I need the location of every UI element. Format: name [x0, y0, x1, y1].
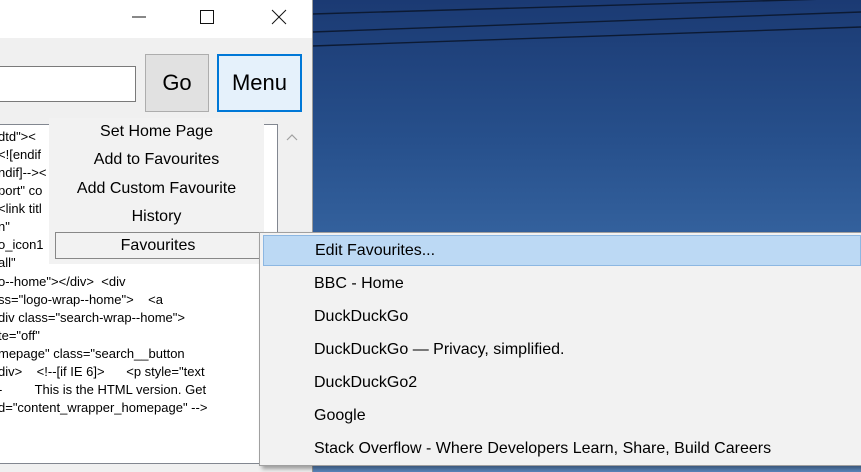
submenu-item-favourite[interactable]: DuckDuckGo2 — [263, 367, 861, 398]
chevron-up-icon — [286, 134, 298, 141]
source-line: <![endif — [0, 147, 42, 162]
source-line: ss="logo-wrap--home"> <a — [0, 292, 163, 307]
source-line: div> <!--[if IE 6]> <p style="text — [0, 364, 205, 379]
source-line: <link titl — [0, 201, 42, 216]
source-line: ndif]-->< — [0, 165, 47, 180]
menu-item-history[interactable]: History — [49, 203, 264, 230]
source-line: o_icon1 — [0, 237, 44, 252]
submenu-item-favourite[interactable]: Google — [263, 400, 861, 431]
source-line: all" — [0, 255, 16, 270]
menu-item-set-home-page[interactable]: Set Home Page — [49, 118, 264, 145]
minimize-icon — [132, 16, 146, 18]
maximize-button[interactable] — [184, 0, 230, 34]
source-line: - This is the HTML version. Get — [0, 382, 207, 397]
favourites-submenu: Edit Favourites... BBC - Home DuckDuckGo… — [259, 232, 861, 466]
source-line: te="off" — [0, 328, 40, 343]
source-line: port" co — [0, 183, 43, 198]
source-line: n" — [0, 219, 10, 234]
title-bar — [0, 0, 312, 38]
source-line: d="content_wrapper_homepage" --> — [0, 400, 208, 415]
submenu-item-favourite[interactable]: Stack Overflow - Where Developers Learn,… — [263, 433, 861, 464]
close-icon — [271, 9, 287, 25]
url-input[interactable] — [0, 66, 136, 102]
source-line: o--home"></div> <div — [0, 274, 126, 289]
menu-button[interactable]: Menu — [217, 54, 302, 112]
source-line: div class="search-wrap--home"> — [0, 310, 185, 325]
submenu-item-favourite[interactable]: DuckDuckGo — [263, 301, 861, 332]
maximize-icon — [200, 10, 214, 24]
source-line: mepage" class="search__button — [0, 346, 185, 361]
minimize-button[interactable] — [116, 0, 162, 34]
source-line: dtd">< — [0, 129, 36, 144]
submenu-item-favourite[interactable]: BBC - Home — [263, 268, 861, 299]
menu-item-add-to-favourites[interactable]: Add to Favourites — [49, 146, 264, 173]
go-button[interactable]: Go — [145, 54, 209, 112]
menu-item-favourites[interactable]: Favourites — [55, 232, 261, 259]
submenu-item-favourite[interactable]: DuckDuckGo — Privacy, simplified. — [263, 334, 861, 365]
submenu-item-edit-favourites[interactable]: Edit Favourites... — [263, 235, 861, 266]
menu-item-add-custom-favourite[interactable]: Add Custom Favourite — [49, 175, 264, 202]
close-button[interactable] — [256, 0, 302, 34]
scroll-up-button[interactable] — [279, 124, 305, 150]
main-menu-dropdown: Set Home Page Add to Favourites Add Cust… — [49, 118, 264, 264]
